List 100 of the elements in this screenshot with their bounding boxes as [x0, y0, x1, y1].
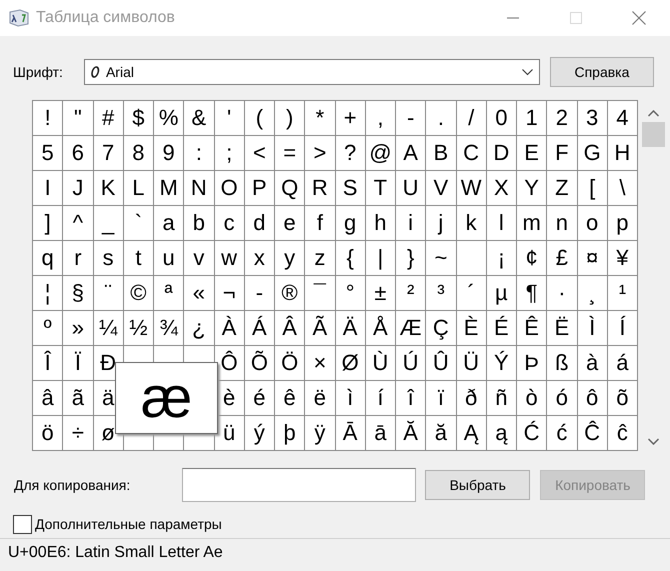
- character-cell[interactable]: Í: [608, 311, 638, 346]
- character-cell[interactable]: [: [578, 171, 608, 206]
- character-cell[interactable]: Ù: [366, 346, 396, 381]
- character-cell[interactable]: z: [305, 241, 336, 276]
- character-cell[interactable]: s: [94, 241, 124, 276]
- character-cell[interactable]: .: [426, 101, 456, 136]
- character-cell[interactable]: ¨: [94, 276, 124, 311]
- character-cell[interactable]: þ: [275, 416, 306, 451]
- character-cell[interactable]: X: [486, 171, 517, 206]
- character-cell[interactable]: ¾: [154, 311, 184, 346]
- character-cell[interactable]: >: [305, 136, 336, 171]
- character-cell[interactable]: J: [63, 171, 94, 206]
- character-cell[interactable]: ´: [456, 276, 487, 311]
- character-cell[interactable]: ': [214, 101, 245, 136]
- scroll-up-icon[interactable]: [648, 110, 659, 117]
- character-cell[interactable]: l: [486, 206, 517, 241]
- character-cell[interactable]: &: [184, 101, 214, 136]
- character-cell[interactable]: õ: [608, 381, 638, 416]
- empty-cell[interactable]: [456, 241, 487, 276]
- character-cell[interactable]: A: [396, 136, 426, 171]
- character-cell[interactable]: h: [366, 206, 396, 241]
- character-cell[interactable]: ½: [124, 311, 154, 346]
- character-cell[interactable]: °: [336, 276, 366, 311]
- character-cell[interactable]: q: [33, 241, 64, 276]
- character-cell[interactable]: w: [214, 241, 245, 276]
- character-cell[interactable]: Ą: [456, 416, 487, 451]
- character-cell[interactable]: ²: [396, 276, 426, 311]
- character-cell[interactable]: «: [184, 276, 214, 311]
- character-cell[interactable]: %: [154, 101, 184, 136]
- character-cell[interactable]: {: [336, 241, 366, 276]
- character-cell[interactable]: ¦: [33, 276, 64, 311]
- character-cell[interactable]: N: [184, 171, 214, 206]
- character-cell[interactable]: Ā: [336, 416, 366, 451]
- character-cell[interactable]: W: [456, 171, 487, 206]
- character-cell[interactable]: Å: [366, 311, 396, 346]
- character-cell[interactable]: ×: [305, 346, 336, 381]
- minimize-icon[interactable]: [506, 17, 518, 19]
- character-cell[interactable]: É: [486, 311, 517, 346]
- character-cell[interactable]: e: [275, 206, 306, 241]
- character-cell[interactable]: Ä: [336, 311, 366, 346]
- character-cell[interactable]: ¯: [305, 276, 336, 311]
- character-cell[interactable]: ë: [305, 381, 336, 416]
- character-cell[interactable]: }: [396, 241, 426, 276]
- character-cell[interactable]: Y: [517, 171, 548, 206]
- character-cell[interactable]: ¬: [214, 276, 245, 311]
- character-cell[interactable]: \: [608, 171, 638, 206]
- character-cell[interactable]: §: [63, 276, 94, 311]
- character-cell[interactable]: ÷: [63, 416, 94, 451]
- help-button[interactable]: Справка: [550, 57, 654, 87]
- character-cell[interactable]: 1: [517, 101, 548, 136]
- character-cell[interactable]: =: [275, 136, 306, 171]
- character-cell[interactable]: ;: [214, 136, 245, 171]
- character-cell[interactable]: Ë: [547, 311, 578, 346]
- character-cell[interactable]: u: [154, 241, 184, 276]
- character-cell[interactable]: ā: [366, 416, 396, 451]
- character-cell[interactable]: T: [366, 171, 396, 206]
- character-cell[interactable]: Ø: [336, 346, 366, 381]
- character-cell[interactable]: #: [94, 101, 124, 136]
- character-cell[interactable]: Ú: [396, 346, 426, 381]
- character-cell[interactable]: ³: [426, 276, 456, 311]
- character-cell[interactable]: D: [486, 136, 517, 171]
- character-cell[interactable]: E: [517, 136, 548, 171]
- character-cell[interactable]: ¤: [578, 241, 608, 276]
- character-cell[interactable]: ï: [426, 381, 456, 416]
- character-cell[interactable]: ý: [244, 416, 275, 451]
- character-cell[interactable]: v: [184, 241, 214, 276]
- advanced-checkbox[interactable]: [13, 515, 32, 534]
- character-cell[interactable]: 8: [124, 136, 154, 171]
- font-dropdown[interactable]: Arial: [84, 59, 540, 85]
- character-cell[interactable]: F: [547, 136, 578, 171]
- character-cell[interactable]: ¡: [486, 241, 517, 276]
- character-cell[interactable]: -: [396, 101, 426, 136]
- character-cell[interactable]: ¿: [184, 311, 214, 346]
- character-cell[interactable]: ĉ: [608, 416, 638, 451]
- character-cell[interactable]: ¥: [608, 241, 638, 276]
- character-cell[interactable]: O: [214, 171, 245, 206]
- character-cell[interactable]: H: [608, 136, 638, 171]
- character-cell[interactable]: Ă: [396, 416, 426, 451]
- character-cell[interactable]: ì: [336, 381, 366, 416]
- character-cell[interactable]: S: [336, 171, 366, 206]
- character-cell[interactable]: £: [547, 241, 578, 276]
- character-cell[interactable]: 0: [486, 101, 517, 136]
- character-cell[interactable]: y: [275, 241, 306, 276]
- character-cell[interactable]: :: [184, 136, 214, 171]
- character-cell[interactable]: ?: [336, 136, 366, 171]
- character-cell[interactable]: ^: [63, 206, 94, 241]
- character-cell[interactable]: Á: [244, 311, 275, 346]
- character-cell[interactable]: é: [244, 381, 275, 416]
- character-cell[interactable]: Ć: [517, 416, 548, 451]
- character-cell[interactable]: Ĉ: [578, 416, 608, 451]
- character-cell[interactable]: Â: [275, 311, 306, 346]
- character-cell[interactable]: 7: [94, 136, 124, 171]
- character-cell[interactable]: ¢: [517, 241, 548, 276]
- character-cell[interactable]: r: [63, 241, 94, 276]
- character-cell[interactable]: _: [94, 206, 124, 241]
- character-cell[interactable]: ô: [578, 381, 608, 416]
- character-cell[interactable]: M: [154, 171, 184, 206]
- character-cell[interactable]: à: [578, 346, 608, 381]
- character-cell[interactable]: L: [124, 171, 154, 206]
- character-cell[interactable]: Z: [547, 171, 578, 206]
